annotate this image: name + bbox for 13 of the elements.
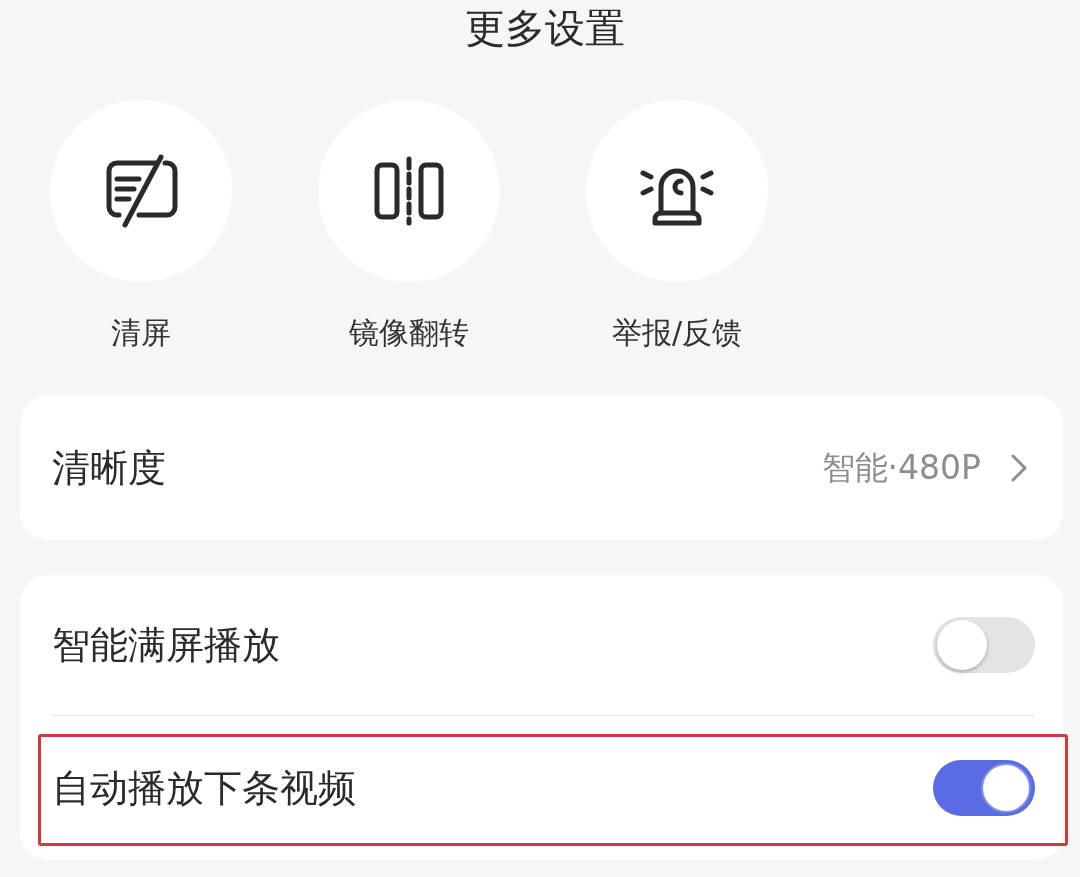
action-button[interactable]: 镜像翻转	[318, 100, 500, 351]
setting-label: 智能满屏播放	[52, 622, 280, 668]
setting-label[interactable]: 清晰度	[52, 444, 166, 491]
setting-label: 自动播放下条视频	[52, 765, 356, 811]
toggle-switch[interactable]	[933, 760, 1035, 816]
slashed-screen-icon	[50, 100, 232, 282]
toggle-switch[interactable]	[933, 617, 1035, 673]
mirror-split-icon	[318, 100, 500, 282]
action-button[interactable]: 举报/反馈	[586, 100, 768, 351]
page-title: 更多设置	[465, 4, 625, 52]
action-button[interactable]: 清屏	[50, 100, 232, 351]
chevron-right-icon[interactable]	[1011, 453, 1027, 482]
siren-icon	[586, 100, 768, 282]
